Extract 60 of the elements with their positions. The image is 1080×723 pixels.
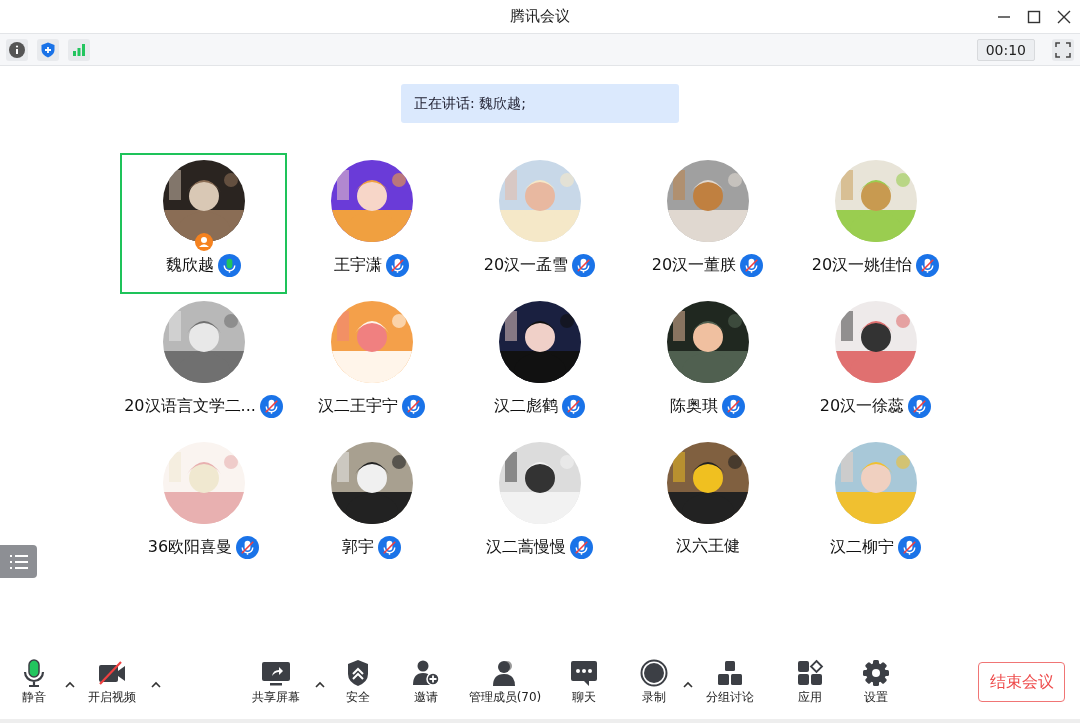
participant-tile[interactable]: 汉六王健 (624, 435, 791, 576)
mic-button[interactable]: 静音 (12, 659, 56, 706)
participant-name: 汉二柳宁 (830, 537, 894, 558)
share-button[interactable]: 共享屏幕 (246, 659, 306, 706)
participant-tile[interactable]: 王宇潇 (288, 153, 455, 294)
chat-bubble-icon (569, 659, 599, 687)
participant-name: 20汉一姚佳怡 (811, 255, 913, 276)
participant-tile[interactable]: 36欧阳喜曼 (120, 435, 287, 576)
shield-icon[interactable] (37, 38, 59, 61)
participant-tile[interactable]: 汉二王宇宁 (288, 294, 455, 435)
timer: 00:10 (976, 38, 1035, 61)
participant-name: 20汉一董朕 (651, 255, 737, 276)
participant-tile[interactable]: 陈奥琪 (624, 294, 791, 435)
apps-button[interactable]: 应用 (790, 659, 830, 706)
participant-tile[interactable]: 汉二柳宁 (792, 435, 959, 576)
participant-name: 汉二彪鹤 (494, 396, 558, 417)
participant-name: 20汉语言文学二... (124, 396, 256, 417)
breakout-button[interactable]: 分组讨论 (700, 659, 760, 706)
list-icon (8, 553, 29, 570)
participant-name: 汉二王宇宁 (318, 396, 398, 417)
close-icon[interactable] (1056, 8, 1072, 25)
participant-tile[interactable]: 汉二彪鹤 (456, 294, 623, 435)
participant-tile[interactable]: 20汉一孟雪 (456, 153, 623, 294)
settings-button[interactable]: 设置 (856, 659, 896, 706)
participant-tile[interactable]: 汉二蒿慢慢 (456, 435, 623, 576)
participant-name: 陈奥琪 (670, 396, 718, 417)
participant-name: 36欧阳喜曼 (147, 537, 233, 558)
participant-name: 20汉一孟雪 (483, 255, 569, 276)
security-button[interactable]: 安全 (338, 659, 378, 706)
participant-tile[interactable]: 20汉一徐蕊 (792, 294, 959, 435)
chat-button[interactable]: 聊天 (564, 659, 604, 706)
maximize-icon[interactable] (1026, 8, 1042, 25)
participant-tile[interactable]: 20汉一董朕 (624, 153, 791, 294)
info-icon[interactable] (6, 38, 28, 61)
add-user-icon (411, 659, 441, 687)
blocks-icon (715, 659, 745, 687)
record-icon (639, 659, 669, 687)
video-button[interactable]: 开启视频 (82, 659, 142, 706)
list-toggle-button[interactable] (0, 545, 37, 578)
members-button[interactable]: 管理成员(70) (462, 659, 548, 706)
speaking-banner: 正在讲话: 魏欣越; (401, 84, 679, 123)
video-off-icon (97, 659, 127, 687)
participant-tile[interactable]: 郭宇 (288, 435, 455, 576)
participant-tile[interactable]: 魏欣越 (120, 153, 287, 294)
participant-name: 郭宇 (342, 537, 374, 558)
record-button[interactable]: 录制 (634, 659, 674, 706)
fullscreen-icon[interactable] (1052, 38, 1074, 61)
end-meeting-button[interactable]: 结束会议 (978, 662, 1065, 702)
participant-name: 汉二蒿慢慢 (486, 537, 566, 558)
participant-tile[interactable]: 20汉语言文学二... (120, 294, 287, 435)
window-title: 腾讯会议 (510, 7, 570, 26)
settings-icon (861, 659, 891, 687)
participant-name: 汉六王健 (675, 536, 740, 557)
participant-name: 20汉一徐蕊 (819, 396, 905, 417)
participant-name: 王宇潇 (334, 255, 382, 276)
apps-icon (795, 659, 825, 687)
screen-share-icon (261, 659, 291, 687)
invite-button[interactable]: 邀请 (406, 659, 446, 706)
participant-name: 魏欣越 (166, 255, 214, 276)
participant-tile[interactable]: 20汉一姚佳怡 (792, 153, 959, 294)
